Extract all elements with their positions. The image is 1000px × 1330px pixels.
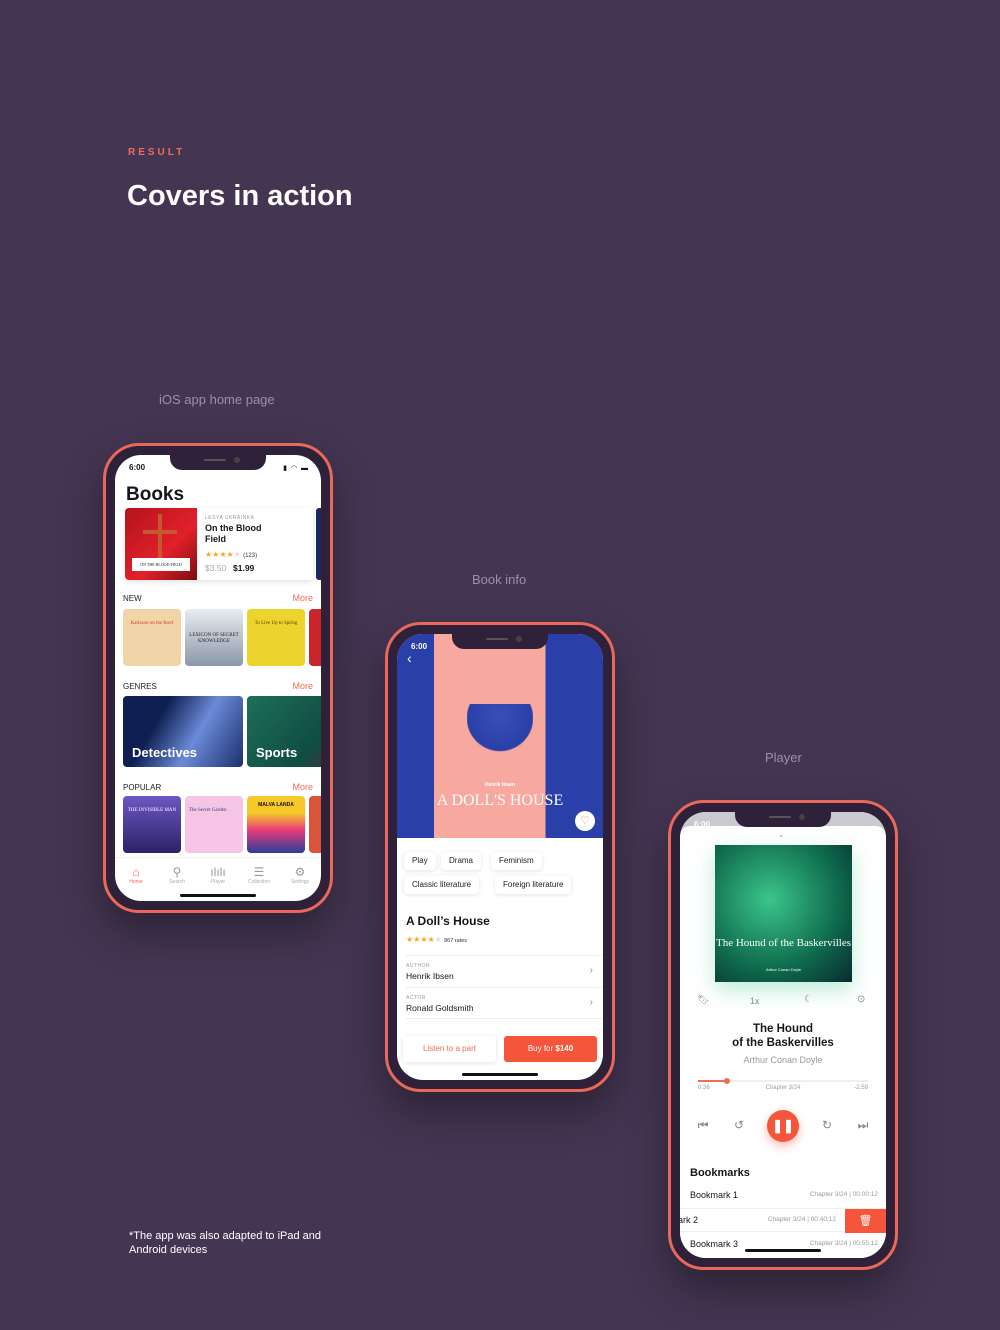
price: $1.99 [233,563,255,573]
tab-player[interactable]: ılılı Player [198,865,238,885]
forward-30-icon[interactable]: ↻ [817,1118,837,1132]
tag-chip[interactable]: Drama [441,852,482,870]
cover-title: A DOLL'S HOUSE [436,792,564,809]
book-cover[interactable]: To Live Up to Spring [247,609,305,666]
featured-cover: ON THE BLOOD FIELD [125,508,197,580]
status-icons: ▮ ◠ ▬ [283,465,309,472]
progress-slider[interactable] [698,1078,868,1084]
book-cover[interactable]: LEXICON OF SECRET KNOWLEDGE [185,609,243,666]
actor-row[interactable]: ACTOR Ronald Goldsmith › [406,987,603,1019]
genre-card-sports[interactable]: Sports [247,696,321,767]
tab-settings[interactable]: ⚙ Settings [280,865,320,885]
search-icon: ⚲ [172,865,182,879]
waveform-icon: ılılı [210,865,226,879]
more-options-icon[interactable]: ⊙ [857,994,865,1005]
more-popular-link[interactable]: More [292,782,313,792]
home-indicator [745,1249,821,1252]
book-cover[interactable]: Karlsson on the Roof [123,609,181,666]
more-genres-link[interactable]: More [292,681,313,691]
bookmark-row-swiped[interactable]: ark 2 Chapter 3/24 | 00:40:12 🗑︎ [680,1208,886,1233]
player-cover: The Hound of the Baskervilles Arthur Con… [715,845,852,982]
caption-player: Player [765,750,802,765]
book-cover[interactable]: THE INVISIBLE MAN [123,796,181,853]
author-row[interactable]: AUTHOR Henrik Ibsen › [406,955,603,987]
book-cover[interactable]: MALVA LANDA [247,796,305,853]
chevron-right-icon: › [589,965,593,976]
player-author: Arthur Conan Doyle [743,1055,823,1065]
remaining-time: -2:59 [854,1085,868,1091]
speed-button[interactable]: 1x [750,996,760,1006]
caption-book-info: Book info [472,572,527,587]
home-indicator [462,1073,538,1076]
tab-home[interactable]: ⌂ Home [116,865,156,885]
book-title: A Doll’s House [406,914,490,928]
bookmark-icon[interactable]: 🔖︎ [697,995,710,1006]
book-cover[interactable] [309,796,321,853]
phone-home: 6:00 ▮ ◠ ▬ Books ON THE BLOOD FIELD LESY… [103,443,333,913]
buy-button[interactable]: Buy for $140 [504,1036,597,1062]
tag-chip[interactable]: Play [404,852,436,870]
tab-search[interactable]: ⚲ Search [157,865,197,885]
eyebrow: RESULT [128,147,186,158]
section-genres: GENRES [123,682,157,691]
rewind-30-icon[interactable]: ↺ [729,1118,749,1132]
gear-icon: ⚙ [294,865,306,879]
tag-chip[interactable]: Foreign literature [495,876,572,894]
tag-chip[interactable]: Feminism [491,852,542,870]
star-rating: ★★★★★ 867 rates [406,935,468,944]
home-indicator [180,894,256,897]
book-cover-hero: Henrik Ibsen A DOLL'S HOUSE [397,634,603,838]
back-icon[interactable]: ‹ [407,650,412,666]
bookmarks-heading: Bookmarks [690,1167,750,1179]
status-time: 6:00 [129,463,146,472]
footnote: *The app was also adapted to iPad and An… [129,1230,322,1256]
favorite-heart-icon[interactable]: ♡ [575,811,595,831]
tab-collection[interactable]: ☰ Collection [239,865,279,885]
home-title: Books [126,484,185,505]
featured-author: LESYA UKRAINKA [205,515,255,521]
player-title: The Hound of the Baskervilles [732,1023,834,1049]
notch [170,455,266,470]
bookmark-row[interactable]: Bookmark 3 Chapter 3/24 | 00:55:12 [680,1233,886,1257]
tag-chip[interactable]: Classic literature [404,876,480,894]
status-time: 6:00 [411,642,428,651]
cover-author: Henrik Ibsen [484,782,515,788]
listen-button[interactable]: Listen to a part [403,1036,496,1062]
collapse-chevron-icon[interactable]: ⌄ [778,830,785,839]
delete-trash-icon[interactable]: 🗑︎ [845,1209,886,1233]
home-icon: ⌂ [132,865,140,879]
featured-title: On the Blood Field [205,523,262,544]
book-cover[interactable] [309,609,321,666]
status-time: 6:00 [694,820,711,829]
caption-home: iOS app home page [159,392,275,407]
star-rating: ★★★★★ (123) [205,550,258,559]
section-popular: POPULAR [123,783,162,792]
next-track-icon[interactable]: ⏭︎ [853,1118,873,1133]
section-new: NEW [123,594,142,603]
previous-track-icon[interactable]: ⏮︎ [693,1118,713,1133]
bookmark-row[interactable]: Bookmark 1 Chapter 3/24 | 00:00:12 [680,1184,886,1208]
old-price: $3.50 [205,563,227,573]
collection-icon: ☰ [253,865,265,879]
page-title: Covers in action [127,180,353,212]
sleep-timer-moon-icon[interactable]: ☾ [804,994,813,1005]
more-new-link[interactable]: More [292,593,313,603]
chevron-right-icon: › [589,997,593,1008]
book-cover[interactable]: The Secret Garden [185,796,243,853]
phone-player: 6:00 ⌄ The Hound of the Baskervilles Art… [668,800,898,1270]
genre-card-detectives[interactable]: Detectives [123,696,243,767]
pause-button[interactable]: ❚❚ [767,1110,799,1142]
next-featured-card[interactable] [316,508,321,580]
featured-book-card[interactable]: ON THE BLOOD FIELD LESYA UKRAINKA On the… [125,508,313,580]
phone-book-info: Henrik Ibsen A DOLL'S HOUSE 6:00 ‹ ♡ Pla… [385,622,615,1092]
